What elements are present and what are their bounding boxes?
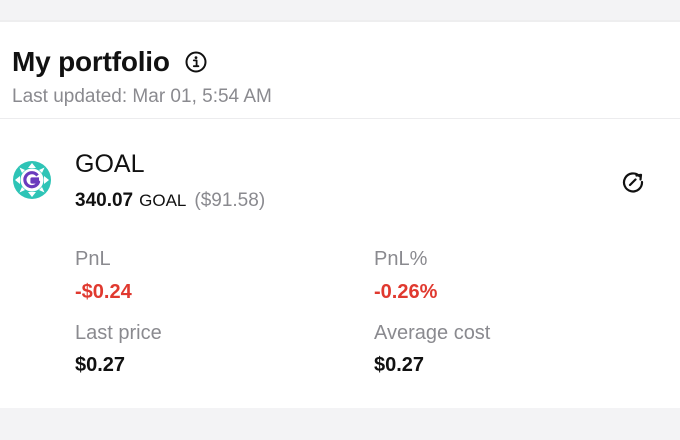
pnl-value: -$0.24 (75, 281, 132, 303)
bottom-spacer (0, 408, 680, 440)
divider (0, 118, 680, 119)
pnl-label: PnL (75, 248, 111, 270)
info-icon[interactable] (184, 50, 208, 74)
token-balance: 340.07 GOAL ($91.58) (75, 190, 265, 212)
average-cost-label: Average cost (374, 322, 491, 344)
pnl-percent-label: PnL% (374, 248, 428, 270)
goal-token-logo (12, 160, 52, 200)
last-price-value: $0.27 (75, 354, 126, 376)
last-updated-text: Last updated: Mar 01, 5:54 AM (12, 86, 272, 107)
portfolio-header: My portfolio Last updated: Mar 01, 5:54 … (12, 44, 272, 108)
token-amount: 340.07 (75, 190, 134, 211)
last-price-label: Last price (75, 322, 162, 344)
top-spacer (0, 0, 680, 22)
title-row: My portfolio (12, 44, 272, 80)
token-usd-value: ($91.58) (194, 190, 266, 211)
average-cost-value: $0.27 (374, 354, 425, 376)
pnl-percent-value: -0.26% (374, 281, 438, 303)
token-name: GOAL (75, 150, 145, 178)
token-symbol: GOAL (139, 191, 187, 210)
refresh-icon[interactable] (619, 168, 647, 196)
page-title: My portfolio (12, 46, 170, 77)
